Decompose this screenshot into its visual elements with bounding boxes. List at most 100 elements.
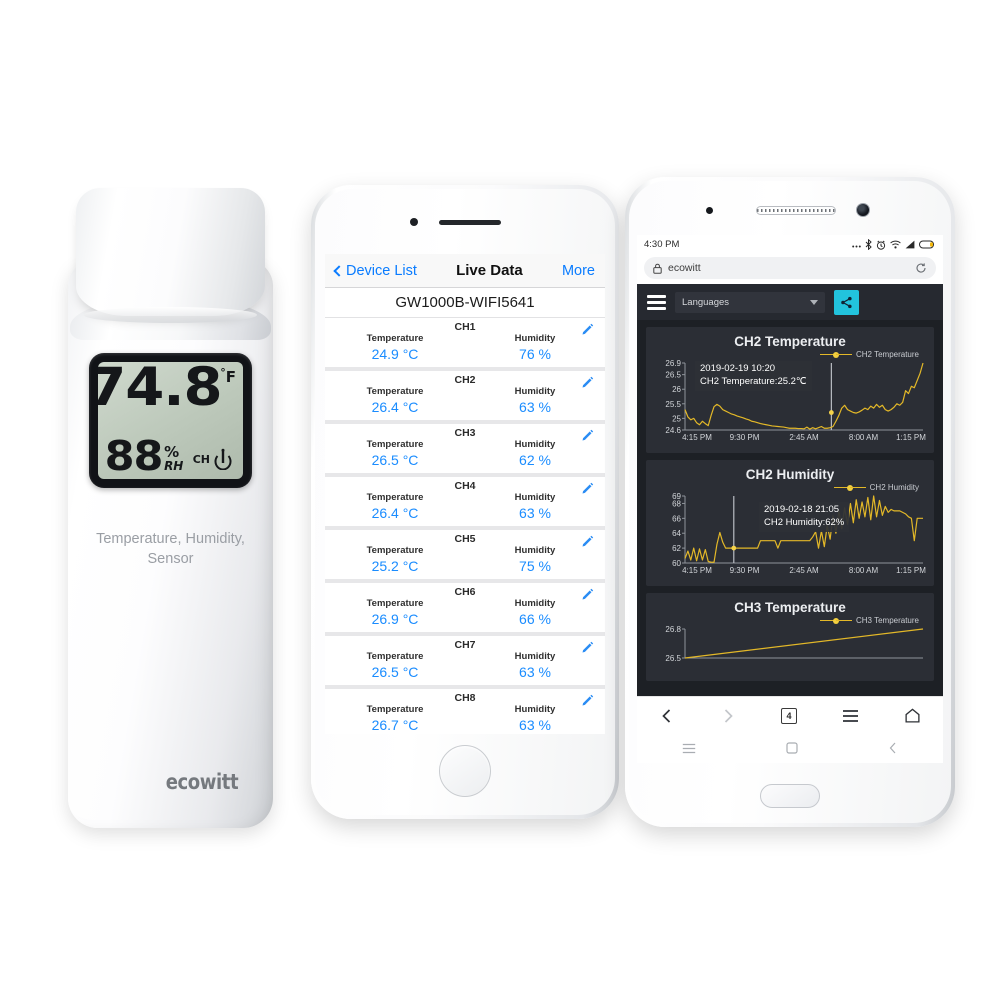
- chart-plot: 24.6 25 25.5 26 26.5 26.9 4:15 PM 9:30 PM 2:45 A…: [651, 359, 929, 448]
- humidity-cell: Humidity 63 %: [465, 651, 605, 680]
- browser-navigation-bar: 4: [637, 696, 943, 734]
- x-tick-label: 8:00 AM: [849, 433, 879, 442]
- more-button[interactable]: More: [562, 263, 595, 279]
- front-camera-icon: [410, 218, 418, 226]
- channel-card[interactable]: CH3 Temperature 26.5 °C Humidity 62 %: [325, 424, 605, 477]
- earpiece-grille-icon: [756, 206, 836, 215]
- temperature-cell: Temperature 26.5 °C: [325, 651, 465, 680]
- temperature-label: Temperature: [366, 439, 424, 450]
- language-select[interactable]: Languages: [675, 291, 825, 313]
- edit-pencil-icon[interactable]: [581, 641, 594, 654]
- y-tick-label: 26: [672, 385, 681, 394]
- temperature-cell: Temperature 26.4 °C: [325, 386, 465, 415]
- y-tick-label: 64: [672, 529, 681, 538]
- edit-pencil-icon[interactable]: [581, 482, 594, 495]
- browser-url-bar[interactable]: ecowitt: [637, 254, 943, 284]
- chart-panel-list: CH2 Temperature CH2 Temperature 24.6 25 25.5…: [637, 327, 943, 681]
- humidity-value: 63 %: [519, 399, 551, 415]
- y-tick-label: 62: [672, 544, 681, 553]
- share-icon: [841, 296, 852, 308]
- y-tick-label: 26.5: [665, 654, 681, 663]
- temperature-cell: Temperature 26.7 °C: [325, 704, 465, 733]
- temperature-cell: Temperature 24.9 °C: [325, 333, 465, 362]
- x-tick-label: 9:30 PM: [730, 433, 760, 442]
- humidity-value: 75 %: [519, 558, 551, 574]
- browser-home-icon[interactable]: [904, 708, 921, 723]
- y-tick-label: 24.6: [665, 426, 681, 435]
- channel-card[interactable]: CH4 Temperature 26.4 °C Humidity 63 %: [325, 477, 605, 530]
- temperature-value: 26.5 °C: [371, 452, 419, 468]
- sensor-label-line-1: Temperature, Humidity,: [96, 531, 245, 547]
- humidity-cell: Humidity 66 %: [465, 598, 605, 627]
- share-button[interactable]: [834, 289, 859, 315]
- edit-pencil-icon[interactable]: [581, 588, 594, 601]
- channel-list: CH1 Temperature 24.9 °C Humidity 76 % CH2 Temp…: [325, 318, 605, 734]
- legend-swatch: [833, 484, 866, 491]
- chart-marker-point: [828, 410, 834, 415]
- menu-hamburger-icon[interactable]: [647, 294, 666, 310]
- chevron-down-icon: [810, 299, 818, 305]
- alarm-icon: [876, 240, 886, 250]
- tooltip-value: CH2 Humidity:62%: [764, 516, 845, 528]
- legend-label: CH3 Temperature: [856, 616, 919, 625]
- language-select-value: Languages: [682, 296, 730, 308]
- y-tick-label: 26.5: [665, 371, 681, 380]
- chart-title: CH2 Temperature: [734, 334, 846, 349]
- temperature-label: Temperature: [366, 386, 424, 397]
- url-input[interactable]: ecowitt: [644, 257, 936, 279]
- temperature-label: Temperature: [366, 492, 424, 503]
- web-page-content: Languages CH2 Temperature CH2 Temperature…: [637, 284, 943, 696]
- temperature-label: Temperature: [366, 333, 424, 344]
- reload-icon[interactable]: [915, 262, 927, 274]
- chart-panel: CH2 Humidity CH2 Humidity 60 62 64 66 68 69 4:15…: [646, 460, 934, 586]
- humidity-cell: Humidity 62 %: [465, 439, 605, 468]
- edit-pencil-icon[interactable]: [581, 429, 594, 442]
- tooltip-timestamp: 2019-02-19 10:20: [700, 363, 776, 374]
- y-tick-label: 25: [672, 414, 681, 423]
- edit-pencil-icon[interactable]: [581, 376, 594, 389]
- x-tick-label: 4:15 PM: [682, 566, 712, 575]
- edit-pencil-icon[interactable]: [581, 535, 594, 548]
- channel-card[interactable]: CH1 Temperature 24.9 °C Humidity 76 %: [325, 318, 605, 371]
- temperature-label: Temperature: [366, 598, 424, 609]
- browser-menu-icon[interactable]: [842, 709, 859, 723]
- humidity-value: 63 %: [519, 664, 551, 680]
- tab-count-button[interactable]: 4: [780, 707, 797, 724]
- edit-pencil-icon[interactable]: [581, 323, 594, 336]
- chart-series-line: [684, 628, 924, 659]
- lcd-humidity-value: 88: [104, 432, 164, 479]
- channel-card[interactable]: CH2 Temperature 26.4 °C Humidity 63 %: [325, 371, 605, 424]
- android-home-button[interactable]: [760, 784, 820, 808]
- system-back-icon[interactable]: [888, 742, 898, 754]
- system-recents-icon[interactable]: [682, 743, 696, 754]
- android-screen: 4:30 PM ecowitt Languages CH2 Temperatur…: [637, 235, 943, 763]
- lcd-temperature-group: 74.8 °F: [98, 362, 236, 414]
- channel-card[interactable]: CH7 Temperature 26.5 °C Humidity 63 %: [325, 636, 605, 689]
- tooltip-timestamp: 2019-02-18 21:05: [764, 504, 840, 515]
- tab-count-value: 4: [786, 710, 792, 721]
- tooltip-value: CH2 Temperature:25.2℃: [700, 375, 807, 387]
- channel-name: CH6: [454, 586, 476, 598]
- browser-back-icon[interactable]: [659, 708, 675, 724]
- system-home-icon[interactable]: [786, 742, 798, 754]
- temperature-cell: Temperature 25.2 °C: [325, 545, 465, 574]
- channel-name: CH1: [454, 321, 476, 333]
- browser-forward-icon[interactable]: [720, 708, 736, 724]
- humidity-cell: Humidity 63 %: [465, 704, 605, 733]
- channel-card[interactable]: CH5 Temperature 25.2 °C Humidity 75 %: [325, 530, 605, 583]
- y-tick-label: 69: [672, 492, 681, 501]
- lcd-channel-label: CH: [192, 452, 210, 466]
- iphone-screen: Device List Live Data More GW1000B-WIFI5…: [325, 254, 605, 734]
- sensor-top-cap: [76, 188, 265, 323]
- home-button[interactable]: [439, 745, 491, 797]
- device-name-row[interactable]: GW1000B-WIFI5641: [325, 288, 605, 318]
- legend-label: CH2 Humidity: [869, 483, 919, 492]
- channel-card[interactable]: CH6 Temperature 26.9 °C Humidity 66 %: [325, 583, 605, 636]
- channel-card[interactable]: CH8 Temperature 26.7 °C Humidity 63 %: [325, 689, 605, 734]
- edit-pencil-icon[interactable]: [581, 694, 594, 707]
- lcd-humidity-group: 88 % RH: [104, 432, 184, 479]
- temperature-value: 26.5 °C: [371, 664, 419, 680]
- back-to-device-list-button[interactable]: Device List: [333, 263, 417, 279]
- chart-title: CH3 Temperature: [734, 600, 846, 615]
- chart-legend: CH3 Temperature: [651, 616, 929, 625]
